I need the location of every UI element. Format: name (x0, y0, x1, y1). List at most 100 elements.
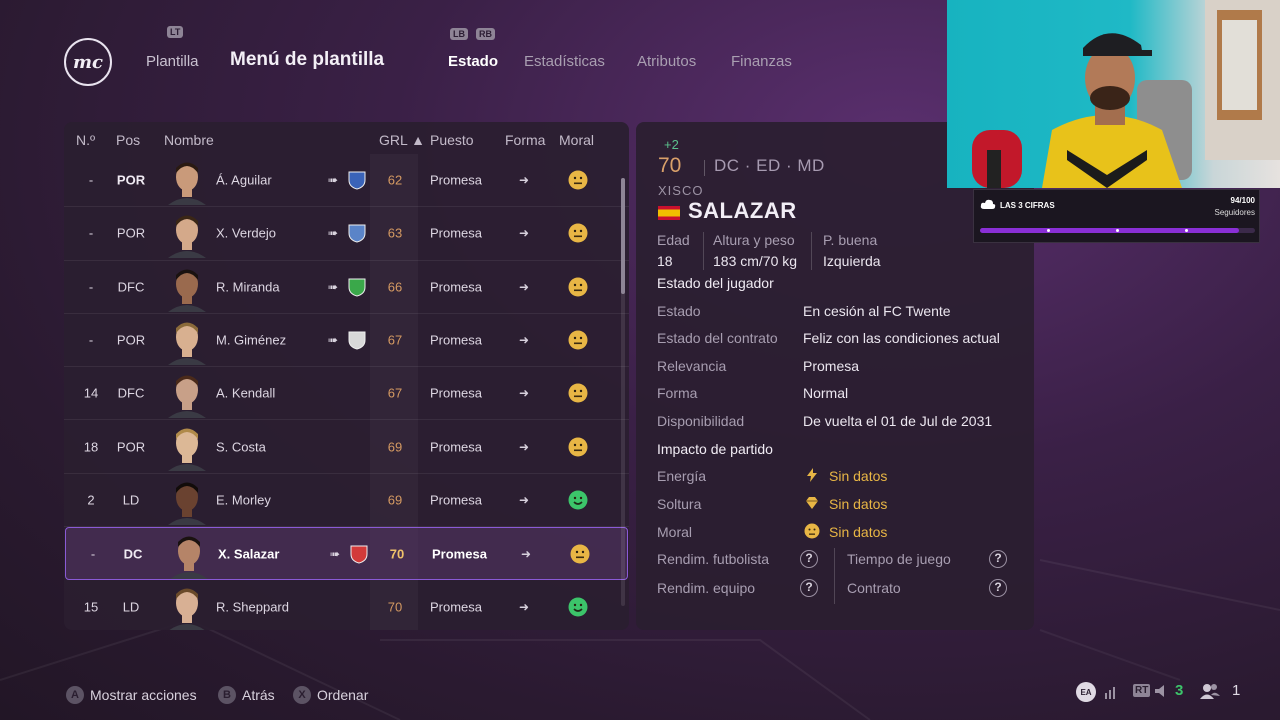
status-value: Promesa (803, 358, 860, 374)
ea-icon: EA (1076, 682, 1096, 702)
impact-value: Sin datos (829, 468, 888, 484)
show-actions-hint[interactable]: A Mostrar acciones (66, 685, 197, 705)
club-crest-icon (350, 545, 368, 564)
col-puesto[interactable]: Puesto (430, 132, 474, 148)
player-name: R. Sheppard (216, 599, 289, 615)
tab-finanzas[interactable]: Finanzas (731, 53, 792, 70)
player-name: R. Miranda (216, 279, 280, 295)
player-row[interactable]: - POR M. Giménez ➠ 67 Promesa ➜ (64, 314, 629, 368)
scrollbar-thumb[interactable] (621, 178, 625, 294)
status-label: Forma (657, 385, 698, 401)
sort-hint[interactable]: X Ordenar (293, 685, 368, 705)
player-positions: DC · ED · MD (714, 156, 825, 175)
help-icon[interactable]: ? (989, 579, 1007, 597)
form-arrow-icon: ➜ (519, 226, 530, 241)
form-arrow-icon: ➜ (521, 546, 532, 561)
webcam-feed (947, 0, 1280, 188)
neutral-face-icon (568, 437, 588, 457)
player-row[interactable]: 14 DFC A. Kendall 67 Promesa ➜ (64, 367, 629, 421)
player-name: E. Morley (216, 492, 271, 508)
divider (703, 232, 704, 270)
divider (811, 232, 812, 270)
player-avatar (168, 215, 206, 259)
b-button-icon: B (218, 686, 236, 704)
loan-arrow-icon: ➠ (328, 173, 339, 188)
player-row[interactable]: - DFC R. Miranda ➠ 66 Promesa ➜ (64, 261, 629, 314)
help-icon[interactable]: ? (989, 550, 1007, 568)
help-icon[interactable]: ? (800, 579, 818, 597)
player-avatar (168, 269, 206, 312)
player-position: POR (116, 332, 146, 348)
player-rating: 70 (387, 599, 403, 615)
col-name[interactable]: Nombre (164, 132, 214, 148)
player-name: X. Salazar (218, 546, 280, 562)
neutral-face-icon (568, 330, 588, 350)
loan-arrow-icon: ➠ (328, 279, 339, 294)
col-grl[interactable]: GRL ▲ (379, 132, 425, 148)
player-number: 15 (83, 599, 99, 615)
player-role: Promesa (430, 332, 483, 348)
status-label: Disponibilidad (657, 413, 745, 429)
player-number: 14 (83, 385, 99, 401)
x-button-icon: X (293, 686, 311, 704)
spain-flag-icon (658, 206, 680, 220)
value-edad: 18 (657, 253, 673, 269)
player-row[interactable]: 2 LD E. Morley 69 Promesa ➜ (64, 474, 629, 528)
form-arrow-icon: ➜ (519, 386, 530, 401)
col-pos[interactable]: Pos (116, 132, 140, 148)
player-name: A. Kendall (216, 385, 276, 401)
tab-atributos[interactable]: Atributos (637, 53, 696, 70)
rb-hint: RB (476, 28, 495, 40)
form-arrow-icon: ➜ (519, 279, 530, 294)
player-role: Promesa (430, 279, 483, 295)
impact-label: Soltura (657, 496, 702, 512)
tab-estado[interactable]: Estado (448, 53, 498, 70)
player-avatar (168, 482, 206, 525)
player-rating: 70 (658, 154, 682, 177)
col-moral[interactable]: Moral (559, 132, 594, 148)
overlay-progress-track (980, 228, 1255, 233)
player-row[interactable]: - POR Á. Aguilar ➠ 62 Promesa ➜ (64, 154, 629, 208)
player-number: 2 (87, 492, 95, 508)
overlay-count: 94/100 (1230, 196, 1255, 205)
nav-plantilla[interactable]: Plantilla (146, 53, 199, 70)
player-name: Á. Aguilar (216, 172, 272, 188)
neutral-face-icon (568, 170, 588, 190)
player-role: Promesa (430, 599, 483, 615)
rt-hint: RT (1133, 684, 1151, 697)
status-heading: Estado del jugador (657, 275, 774, 291)
player-row[interactable]: 15 LD R. Sheppard 70 Promesa ➜ (64, 580, 629, 630)
neutral-face-icon (568, 277, 588, 297)
tab-estadisticas[interactable]: Estadísticas (524, 53, 605, 70)
help-icon[interactable]: ? (800, 550, 818, 568)
player-role: Promesa (430, 492, 483, 508)
form-arrow-icon: ➜ (519, 333, 530, 348)
col-num[interactable]: N.º (76, 132, 95, 148)
player-rating: 69 (387, 439, 403, 455)
player-number: - (88, 332, 94, 348)
happy-face-icon (568, 597, 588, 617)
player-number: - (88, 172, 94, 188)
player-position: POR (116, 172, 146, 188)
neutral-face-icon (568, 223, 588, 243)
club-crest-icon (348, 224, 366, 243)
player-avatar (168, 322, 206, 365)
rating-change: +2 (664, 137, 679, 152)
status-label: Relevancia (657, 358, 727, 374)
label-altura: Altura y peso (713, 232, 795, 248)
col-forma[interactable]: Forma (505, 132, 545, 148)
divider (834, 548, 835, 604)
player-position: POR (116, 439, 146, 455)
player-row[interactable]: - DC X. Salazar ➠ 70 Promesa ➜ (65, 527, 628, 581)
player-row[interactable]: 18 POR S. Costa 69 Promesa ➜ (64, 420, 629, 474)
player-number: 18 (83, 439, 99, 455)
player-avatar (170, 588, 204, 630)
back-label: Atrás (242, 687, 275, 703)
back-hint[interactable]: B Atrás (218, 685, 275, 705)
player-row[interactable]: - POR X. Verdejo ➠ 63 Promesa ➜ (64, 207, 629, 261)
player-role: Promesa (430, 385, 483, 401)
player-avatar (168, 162, 206, 205)
sort-label: Ordenar (317, 687, 369, 703)
player-rating: 66 (387, 279, 403, 295)
rend-equipo-label: Rendim. equipo (657, 580, 756, 596)
